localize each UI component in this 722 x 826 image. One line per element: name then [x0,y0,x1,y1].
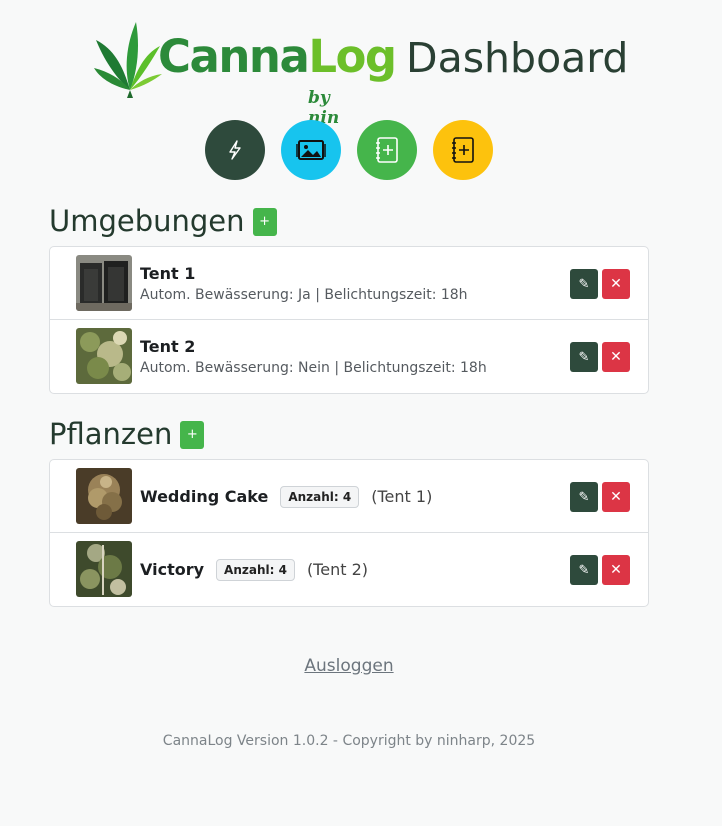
environment-name: Tent 1 [140,264,196,283]
quick-action-button[interactable] [205,120,265,180]
add-journal-button[interactable] [433,120,493,180]
delete-button[interactable]: ✕ [602,342,630,372]
plant-tent: (Tent 2) [306,560,368,579]
plant-info: Victory Anzahl: 4 (Tent 2) [140,533,368,606]
logo-text-canna: Canna [158,30,310,83]
list-item[interactable]: Tent 2 Autom. Bewässerung: Nein | Belich… [50,320,648,393]
plants-heading: Pflanzen + [49,417,205,451]
list-item[interactable]: Tent 1 Autom. Bewässerung: Ja | Belichtu… [50,247,648,320]
environment-details: Autom. Bewässerung: Nein | Belichtungsze… [140,360,487,376]
plant-tent: (Tent 1) [371,487,433,506]
edit-button[interactable]: ✎ [570,555,598,585]
add-log-button[interactable] [357,120,417,180]
environments-title: Umgebungen [49,204,245,238]
cannabis-leaf-icon [94,22,162,98]
tent-thumbnail [76,255,132,311]
quick-actions [205,120,493,180]
delete-button[interactable]: ✕ [602,482,630,512]
cannalog-logo[interactable]: CannaLog by nin [94,18,397,128]
environments-heading: Umgebungen + [49,207,277,236]
plant-name: Victory [140,560,205,579]
delete-button[interactable]: ✕ [602,555,630,585]
page-title: Dashboard [406,34,629,82]
add-plant-button[interactable]: + [180,420,205,449]
plant-thumbnail [76,541,132,597]
footer-text: CannaLog Version 1.0.2 - Copyright by ni… [162,733,536,749]
edit-button[interactable]: ✎ [570,342,598,372]
list-item[interactable]: Victory Anzahl: 4 (Tent 2) ✎ ✕ [50,533,648,606]
logo-wordmark: CannaLog [158,34,397,79]
logo-text-log: Log [308,30,397,83]
plant-info: Wedding Cake Anzahl: 4 (Tent 1) [140,460,432,533]
logout-link[interactable]: Ausloggen [0,656,698,676]
count-badge: Anzahl: 4 [280,485,360,508]
edit-button[interactable]: ✎ [570,269,598,299]
plant-thumbnail [76,468,132,524]
environments-list: Tent 1 Autom. Bewässerung: Ja | Belichtu… [49,246,649,394]
delete-button[interactable]: ✕ [602,269,630,299]
gallery-button[interactable] [281,120,341,180]
tent-thumbnail [76,328,132,384]
plants-title: Pflanzen [49,417,173,451]
list-item[interactable]: Wedding Cake Anzahl: 4 (Tent 1) ✎ ✕ [50,460,648,533]
add-environment-button[interactable]: + [252,207,277,236]
environment-name: Tent 2 [140,337,196,356]
plants-list: Wedding Cake Anzahl: 4 (Tent 1) ✎ ✕ Vict… [49,459,649,607]
image-gallery-icon [296,140,326,160]
environment-details: Autom. Bewässerung: Ja | Belichtungszeit… [140,287,468,303]
edit-button[interactable]: ✎ [570,482,598,512]
lightning-icon [229,140,241,160]
count-badge: Anzahl: 4 [216,558,295,581]
add-notebook-icon [452,137,474,163]
plant-name: Wedding Cake [140,487,269,506]
add-note-icon [376,137,398,163]
header: CannaLog by nin Dashboard [0,14,722,128]
